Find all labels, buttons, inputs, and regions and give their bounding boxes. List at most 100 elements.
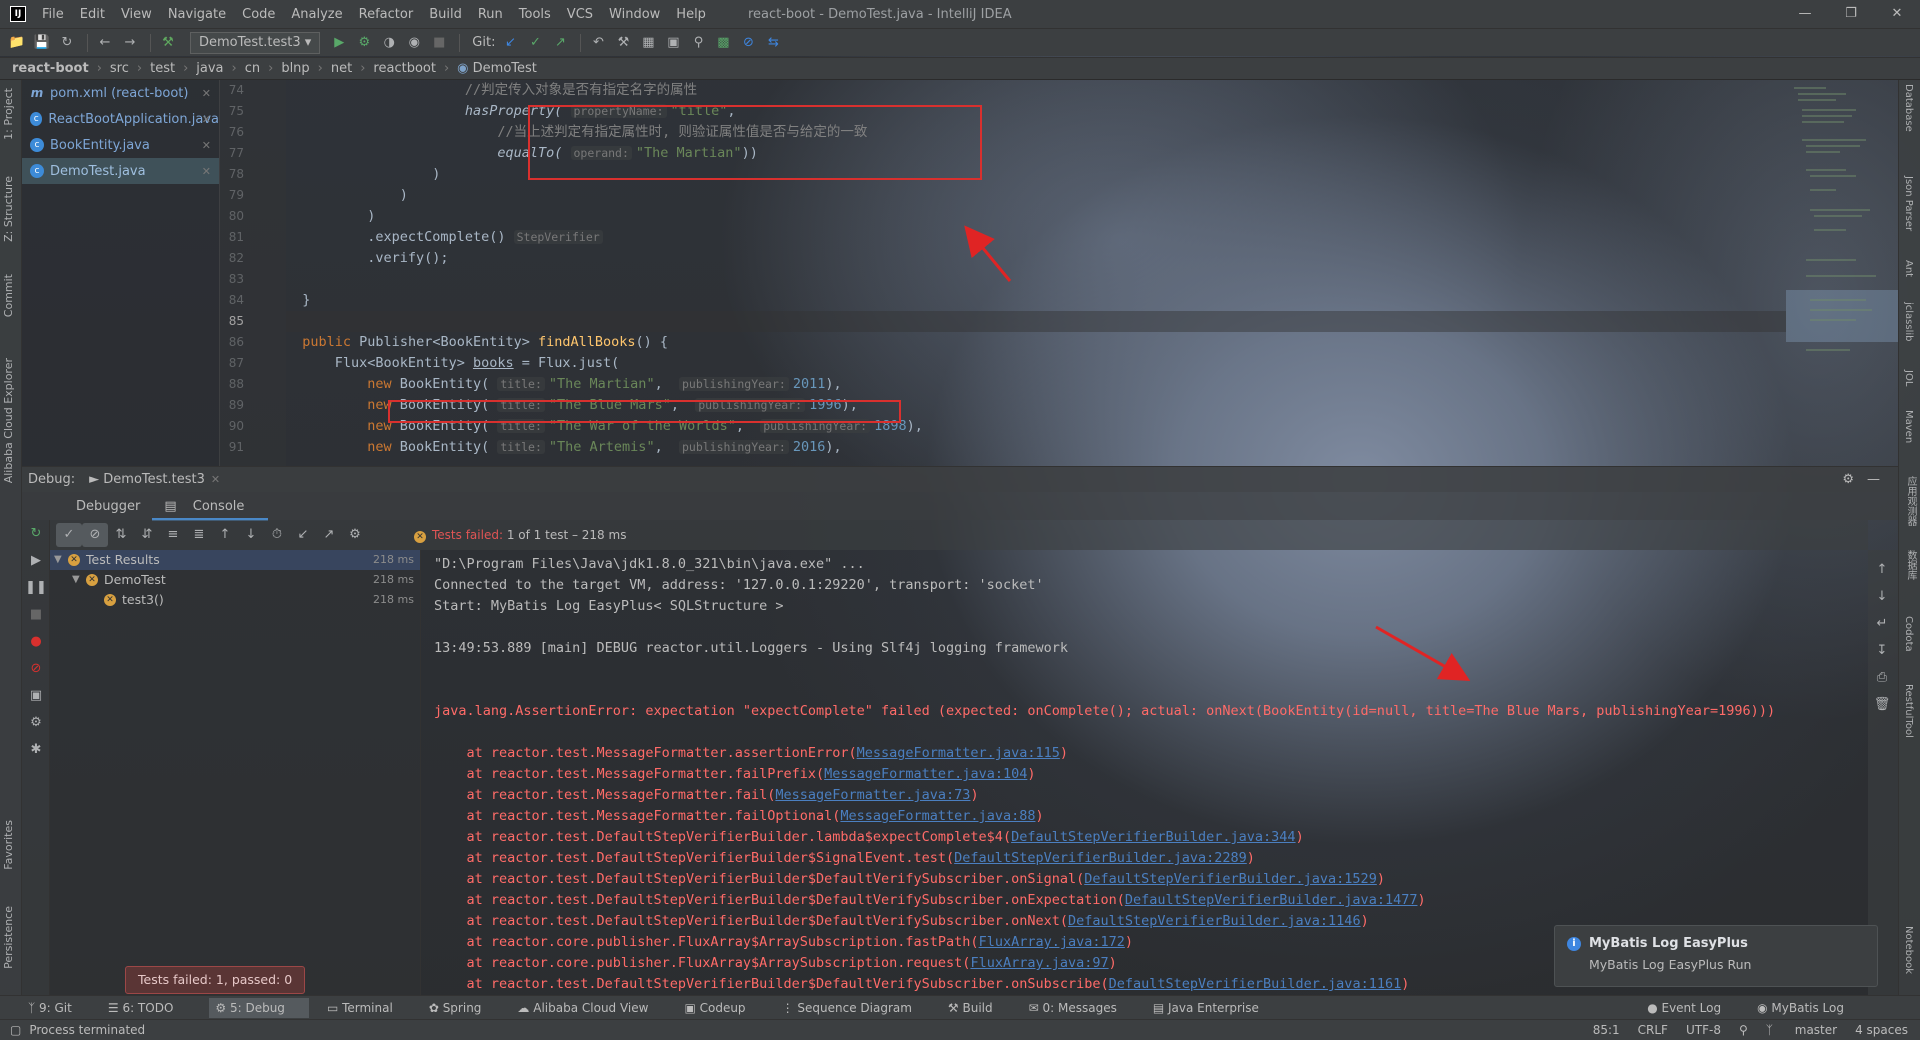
tool-tab-terminal[interactable]: ▭ Terminal	[327, 1001, 411, 1015]
scroll-to-end-icon[interactable]: ↧	[1868, 637, 1896, 664]
git-update-icon[interactable]: ↙	[499, 32, 521, 54]
debug-session-tab[interactable]: ► DemoTest.test3 ✕	[89, 472, 220, 487]
show-passed-icon[interactable]: ✓	[56, 523, 82, 547]
tool-tab-alibaba-cloud-view[interactable]: ☁ Alibaba Cloud View	[517, 1001, 666, 1015]
tool-favorites[interactable]: Favorites	[2, 820, 15, 870]
stack-link[interactable]: DefaultStepVerifierBuilder.java:344	[1011, 829, 1295, 845]
tool-notebook[interactable]: Notebook	[1903, 926, 1914, 974]
settings-wrench-icon[interactable]: ⚒	[612, 32, 634, 54]
project-structure-icon[interactable]: ▦	[637, 32, 659, 54]
no-icon[interactable]: ⊘	[737, 32, 759, 54]
tool-tab-mybatis-log[interactable]: ◉ MyBatis Log	[1757, 1001, 1862, 1015]
menu-window[interactable]: Window	[601, 7, 668, 22]
tool-tab-build[interactable]: ⚒ Build	[948, 1001, 1011, 1015]
profile-icon[interactable]: ◉	[403, 32, 425, 54]
tool-tab-codeup[interactable]: ▣ Codeup	[684, 1001, 763, 1015]
show-ignored-icon[interactable]: ⊘	[82, 523, 108, 547]
breadcrumb-project[interactable]: react-boot	[12, 61, 89, 76]
tool-commit[interactable]: Commit	[2, 274, 15, 317]
tool-jclasslib[interactable]: jclasslib	[1903, 302, 1914, 342]
tool-tab-java-enterprise[interactable]: ▤ Java Enterprise	[1153, 1001, 1277, 1015]
plugin-icon[interactable]: ▩	[712, 32, 734, 54]
open-folder-icon[interactable]: 📁	[6, 32, 28, 54]
search-icon[interactable]: ⚲	[687, 32, 709, 54]
menu-code[interactable]: Code	[234, 7, 283, 22]
soft-wrap-icon[interactable]: ↵	[1868, 610, 1896, 637]
pin-icon[interactable]: ✱	[22, 736, 50, 763]
down-arrow-icon[interactable]: ↓	[1868, 583, 1896, 610]
stack-link[interactable]: MessageFormatter.java:88	[840, 808, 1035, 824]
breadcrumb-src[interactable]: src	[110, 61, 129, 76]
menu-navigate[interactable]: Navigate	[160, 7, 234, 22]
window-icon[interactable]: ▣	[662, 32, 684, 54]
stack-link[interactable]: MessageFormatter.java:104	[824, 766, 1027, 782]
build-hammer-icon[interactable]: ⚒	[157, 32, 179, 54]
tool-persistence[interactable]: Persistence	[2, 906, 15, 969]
mute-breakpoints-icon[interactable]: ⊘	[22, 655, 50, 682]
stack-link[interactable]: DefaultStepVerifierBuilder.java:1529	[1084, 871, 1377, 887]
stack-link[interactable]: DefaultStepVerifierBuilder.java:1477	[1125, 892, 1418, 908]
tool-project[interactable]: 1: Project	[2, 88, 15, 140]
close-tab-icon[interactable]: ✕	[202, 139, 211, 152]
stack-link[interactable]: DefaultStepVerifierBuilder.java:2289	[954, 850, 1247, 866]
gear-icon[interactable]: ⚙	[1842, 472, 1854, 487]
menu-file[interactable]: File	[34, 7, 72, 22]
tool-db-cn[interactable]: 数据库	[1903, 550, 1918, 580]
menu-refactor[interactable]: Refactor	[351, 7, 422, 22]
menu-vcs[interactable]: VCS	[559, 7, 601, 22]
tree-item-demotest[interactable]: ▼ ✕ DemoTest 218 ms	[50, 570, 420, 590]
breadcrumb-net[interactable]: net	[331, 61, 352, 76]
menu-help[interactable]: Help	[668, 7, 714, 22]
close-tab-icon[interactable]: ✕	[202, 165, 211, 178]
sync-icon[interactable]: ↻	[56, 32, 78, 54]
file-encoding[interactable]: UTF-8	[1686, 1023, 1721, 1037]
file-tab-bookentity[interactable]: c BookEntity.java ✕	[22, 132, 219, 158]
tool-database[interactable]: Database	[1903, 84, 1914, 132]
run-config-dropdown[interactable]: DemoTest.test3 ▾	[190, 31, 321, 54]
git-branch[interactable]: ᛉ master	[1766, 1023, 1837, 1037]
view-breakpoints-icon[interactable]: ●	[22, 628, 50, 655]
file-tab-reactbootapplication[interactable]: c ReactBootApplication.java ✕	[22, 106, 219, 132]
tree-item-test3[interactable]: ✕ test3() 218 ms	[50, 590, 420, 610]
tool-tab-todo[interactable]: ☰ 6: TODO	[108, 1001, 192, 1015]
up-arrow-icon[interactable]: ↑	[1868, 556, 1896, 583]
rollback-icon[interactable]: ↶	[587, 32, 609, 54]
tool-structure[interactable]: Z: Structure	[2, 176, 15, 242]
notification-popup[interactable]: i MyBatis Log EasyPlus MyBatis Log EasyPl…	[1554, 925, 1878, 987]
minimize-panel-icon[interactable]: —	[1867, 472, 1880, 487]
file-tab-pom[interactable]: m pom.xml (react-boot) ✕	[22, 80, 219, 106]
sync-link-icon[interactable]: ⇆	[762, 32, 784, 54]
stop-icon[interactable]: ■	[428, 32, 450, 54]
prev-failed-icon[interactable]: ↑	[212, 523, 238, 547]
camera-icon[interactable]: ▣	[22, 682, 50, 709]
git-push-icon[interactable]: ↗	[549, 32, 571, 54]
restore-icon[interactable]: ❐	[1828, 0, 1874, 28]
stack-link[interactable]: MessageFormatter.java:73	[775, 787, 970, 803]
save-icon[interactable]: 💾	[31, 32, 53, 54]
close-tab-icon[interactable]: ✕	[211, 473, 220, 486]
stack-link[interactable]: DefaultStepVerifierBuilder.java:1146	[1068, 913, 1361, 929]
debug-icon[interactable]: ⚙	[353, 32, 375, 54]
stack-link[interactable]: MessageFormatter.java:115	[857, 745, 1060, 761]
tool-tab-messages[interactable]: ✉ 0: Messages	[1029, 1001, 1135, 1015]
tool-ant[interactable]: Ant	[1903, 260, 1914, 277]
file-tab-demotest[interactable]: c DemoTest.java ✕	[22, 158, 219, 184]
stack-link[interactable]: FluxArray.java:172	[979, 934, 1125, 950]
tool-tab-event-log[interactable]: ● Event Log	[1647, 1001, 1739, 1015]
tab-console[interactable]: ▤ Console	[152, 492, 269, 521]
menu-run[interactable]: Run	[470, 7, 511, 22]
tool-maven[interactable]: Maven	[1903, 410, 1914, 443]
sort-alpha-icon[interactable]: ⇅	[108, 523, 134, 547]
menu-tools[interactable]: Tools	[511, 7, 559, 22]
close-icon[interactable]: ✕	[1874, 0, 1920, 28]
tool-restfultool[interactable]: RestfulTool	[1903, 684, 1914, 738]
stop-icon[interactable]: ■	[22, 601, 50, 628]
tool-tab-git[interactable]: ᛉ 9: Git	[28, 1001, 90, 1015]
stack-link[interactable]: DefaultStepVerifierBuilder.java:1161	[1109, 976, 1402, 992]
next-failed-icon[interactable]: ↓	[238, 523, 264, 547]
collapse-all-icon[interactable]: ≣	[186, 523, 212, 547]
sort-duration-icon[interactable]: ⇵	[134, 523, 160, 547]
breadcrumb-cn[interactable]: cn	[245, 61, 260, 76]
expand-all-icon[interactable]: ≡	[160, 523, 186, 547]
stack-link[interactable]: FluxArray.java:97	[970, 955, 1108, 971]
